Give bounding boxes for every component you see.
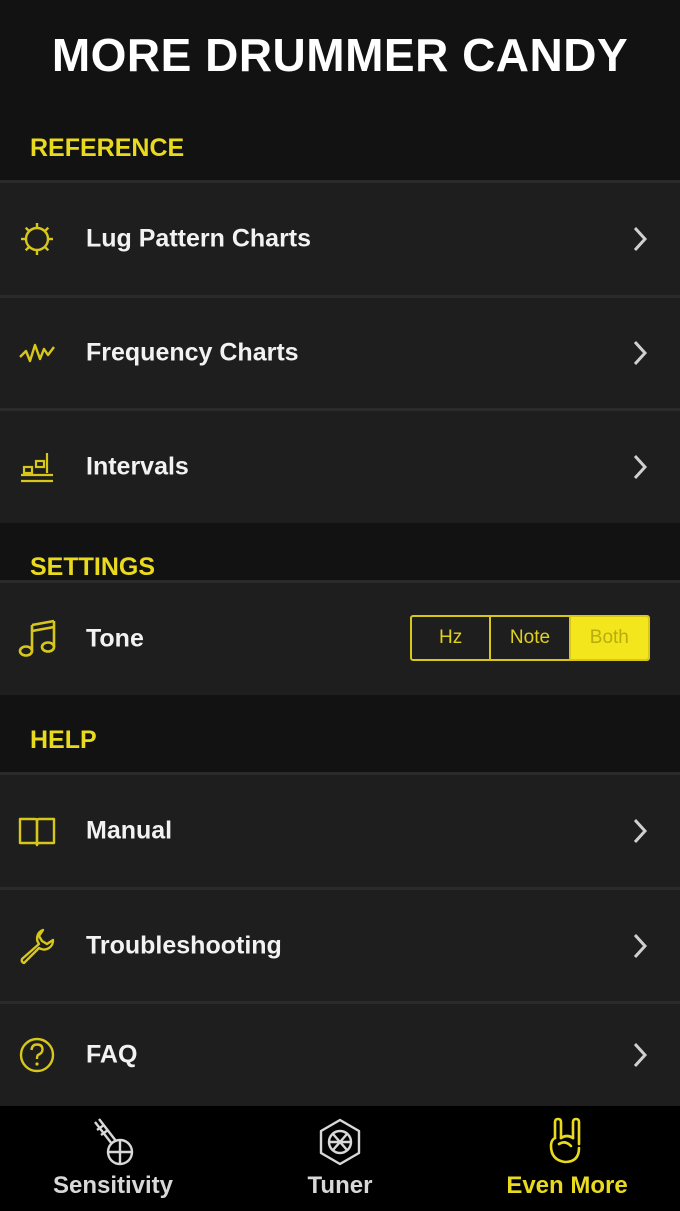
- lug-icon: [16, 218, 58, 260]
- row-label: Frequency Charts: [86, 338, 299, 367]
- row-label: Intervals: [86, 452, 189, 481]
- music-note-icon: [16, 618, 58, 660]
- question-icon: [16, 1034, 58, 1076]
- row-lug-pattern-charts[interactable]: Lug Pattern Charts: [0, 183, 680, 295]
- tab-even-more[interactable]: Even More: [454, 1106, 680, 1211]
- section-header-settings: SETTINGS: [30, 553, 156, 581]
- chevron-right-icon: [628, 452, 652, 482]
- section-header-reference: REFERENCE: [30, 134, 185, 162]
- chevron-right-icon: [628, 338, 652, 368]
- book-icon: [16, 810, 58, 852]
- tone-option-both[interactable]: Both: [570, 617, 648, 659]
- row-troubleshooting[interactable]: Troubleshooting: [0, 890, 680, 1001]
- row-frequency-charts[interactable]: Frequency Charts: [0, 298, 680, 408]
- frequency-icon: [16, 332, 58, 374]
- section-header-help: HELP: [30, 726, 97, 754]
- row-label: Manual: [86, 816, 173, 845]
- chevron-right-icon: [628, 931, 652, 961]
- bottom-tab-bar: Sensitivity Tuner Even More: [0, 1106, 680, 1211]
- chevron-right-icon: [628, 816, 652, 846]
- row-label: Tone: [86, 624, 144, 653]
- row-faq[interactable]: FAQ: [0, 1004, 680, 1106]
- chevron-right-icon: [628, 1040, 652, 1070]
- app-screen: MORE DRUMMER CANDY REFERENCE Lug Pattern…: [0, 0, 680, 1211]
- tab-label: Sensitivity: [52, 1172, 174, 1199]
- tone-option-hz[interactable]: Hz: [412, 617, 492, 659]
- tone-segmented-control: Hz Note Both: [410, 615, 650, 661]
- tone-option-note[interactable]: Note: [491, 617, 571, 659]
- row-label: FAQ: [86, 1040, 138, 1069]
- chevron-right-icon: [628, 224, 652, 254]
- sensitivity-icon: [87, 1116, 139, 1168]
- wrench-icon: [16, 925, 58, 967]
- page-title: MORE DRUMMER CANDY: [51, 29, 629, 81]
- row-label: Troubleshooting: [86, 931, 282, 959]
- rock-hand-icon: [541, 1116, 593, 1168]
- tab-tuner[interactable]: Tuner: [227, 1106, 453, 1211]
- intervals-icon: [16, 446, 58, 488]
- tab-label: Tuner: [307, 1172, 373, 1199]
- row-manual[interactable]: Manual: [0, 775, 680, 887]
- tab-label: Even More: [506, 1172, 628, 1199]
- row-label: Lug Pattern Charts: [86, 224, 312, 253]
- tuner-icon: [314, 1116, 366, 1168]
- row-intervals[interactable]: Intervals: [0, 411, 680, 523]
- tab-sensitivity[interactable]: Sensitivity: [0, 1106, 226, 1211]
